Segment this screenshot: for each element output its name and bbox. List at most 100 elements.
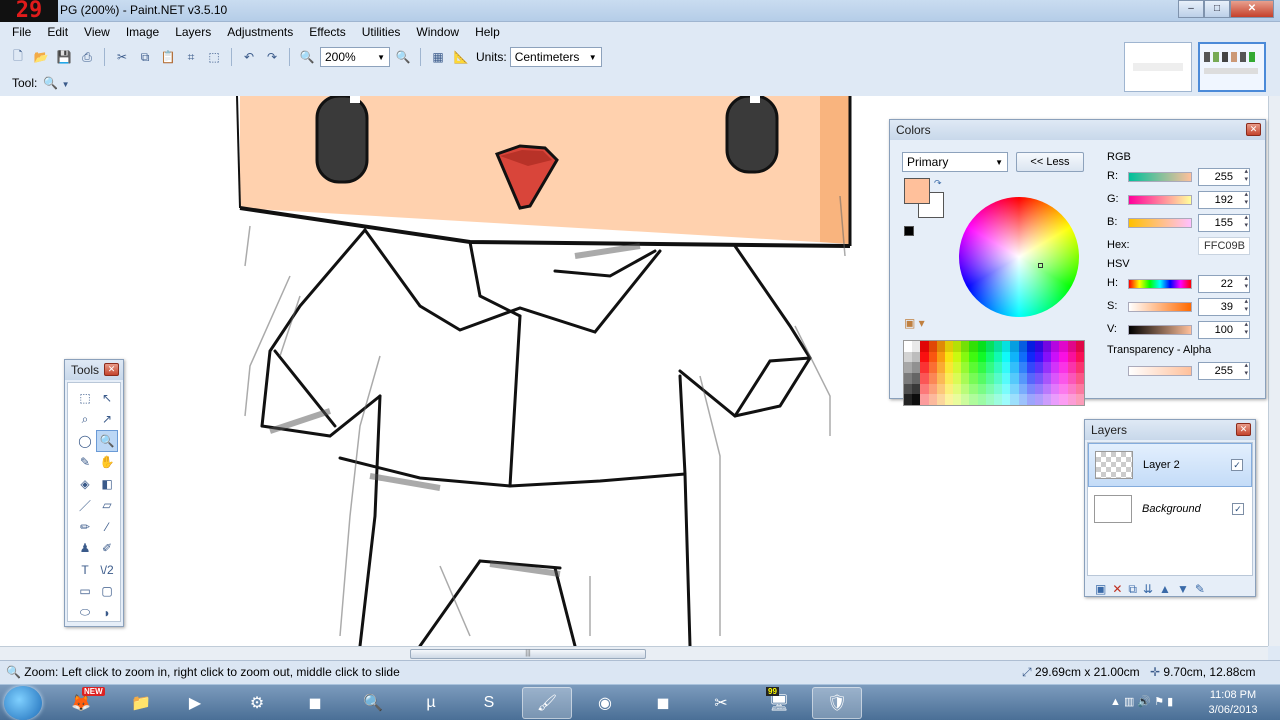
palette-swatch[interactable] (1043, 373, 1052, 384)
palette-swatch[interactable] (1034, 394, 1044, 405)
palette-swatch[interactable] (969, 383, 978, 395)
palette-swatch[interactable] (904, 373, 913, 384)
palette-swatch[interactable] (1010, 362, 1019, 373)
move-layer-up-icon[interactable]: ▲ (1159, 582, 1171, 597)
scrollbar-thumb[interactable]: ||| (410, 649, 646, 659)
palette-swatch[interactable] (977, 351, 986, 363)
alpha-slider[interactable] (1128, 366, 1192, 376)
palette-swatch[interactable] (1067, 351, 1076, 363)
palette-swatch[interactable] (985, 383, 994, 395)
palette-swatch[interactable] (912, 373, 921, 384)
palette-swatch[interactable] (1026, 373, 1035, 384)
primary-color-swatch[interactable] (904, 178, 930, 204)
taskbar-chrome-icon[interactable]: ◉ (580, 687, 630, 719)
menu-edit[interactable]: Edit (39, 25, 76, 39)
palette-swatch[interactable] (944, 373, 954, 384)
layer-properties-icon[interactable]: ✎ (1195, 582, 1205, 597)
taskbar-explorer-icon[interactable]: 📁 (116, 687, 166, 719)
redo-icon[interactable]: ↷ (262, 47, 282, 67)
palette-swatch[interactable] (928, 373, 937, 384)
save-icon[interactable]: 💾 (54, 47, 74, 67)
text-icon[interactable]: T (74, 559, 96, 581)
add-layer-icon[interactable]: ▣ (1095, 582, 1106, 597)
palette-swatch[interactable] (912, 341, 921, 352)
palette-swatch[interactable] (1043, 394, 1052, 405)
menu-adjustments[interactable]: Adjustments (219, 25, 301, 39)
palette-swatch[interactable] (1026, 351, 1035, 363)
pan-hand-icon[interactable]: ✋ (96, 452, 118, 474)
palette-swatch[interactable] (993, 373, 1003, 384)
b-slider[interactable] (1128, 218, 1192, 228)
palette-swatch[interactable] (953, 362, 962, 373)
palette-swatch[interactable] (961, 383, 970, 395)
b-input[interactable]: 155 (1198, 214, 1250, 232)
palette-swatch[interactable] (993, 351, 1003, 363)
palette-swatch[interactable] (920, 394, 929, 405)
palette-swatch[interactable] (953, 383, 962, 395)
units-select[interactable]: Centimeters ▼ (509, 47, 602, 67)
reset-colors-icon[interactable] (904, 226, 914, 236)
palette-swatch[interactable] (961, 351, 970, 363)
palette-swatch[interactable] (1051, 351, 1060, 363)
palette-swatch[interactable] (1018, 362, 1027, 373)
palette-swatch[interactable] (904, 394, 913, 405)
palette-swatch[interactable] (1018, 373, 1027, 384)
palette-swatch[interactable] (1059, 351, 1068, 363)
taskbar-steam-icon[interactable]: ⚙ (232, 687, 282, 719)
palette-swatch[interactable] (944, 394, 954, 405)
delete-layer-icon[interactable]: ✕ (1112, 582, 1122, 597)
less-button[interactable]: << Less (1016, 152, 1084, 172)
color-palette[interactable] (903, 340, 1085, 406)
ellipse-icon[interactable]: ⬭ (74, 602, 96, 624)
layer-row-background[interactable]: Background ✓ (1088, 487, 1252, 531)
palette-swatch[interactable] (969, 351, 978, 363)
recolor-icon[interactable]: ✐ (96, 538, 118, 560)
palette-swatch[interactable] (961, 341, 970, 352)
palette-swatch[interactable] (1075, 351, 1084, 363)
palette-swatch[interactable] (1010, 351, 1019, 363)
palette-swatch[interactable] (944, 383, 954, 395)
zoom-select[interactable]: 200% ▼ (320, 47, 390, 67)
palette-swatch[interactable] (969, 394, 978, 405)
palette-swatch[interactable] (1002, 341, 1011, 352)
horizontal-scrollbar[interactable]: ||| (0, 646, 1268, 660)
palette-swatch[interactable] (969, 373, 978, 384)
alpha-input[interactable]: 255 (1198, 362, 1250, 380)
vertical-scrollbar[interactable] (1268, 96, 1280, 646)
palette-swatch[interactable] (1051, 341, 1060, 352)
paste-icon[interactable]: 📋 (158, 47, 178, 67)
r-input[interactable]: 255 (1198, 168, 1250, 186)
palette-swatch[interactable] (985, 341, 994, 352)
zoom-in-icon[interactable]: 🔍 (393, 47, 413, 67)
ruler-icon[interactable]: 📐 (451, 47, 471, 67)
rectangle-icon[interactable]: ▭ (74, 581, 96, 603)
paint-bucket-icon[interactable]: ◈ (74, 473, 96, 495)
palette-swatch[interactable] (904, 351, 913, 363)
palette-swatch[interactable] (1026, 362, 1035, 373)
palette-swatch[interactable] (1002, 373, 1011, 384)
palette-swatch[interactable] (1002, 362, 1011, 373)
clone-stamp-icon[interactable]: ♟ (74, 538, 96, 560)
palette-swatch[interactable] (1075, 362, 1084, 373)
deselect-icon[interactable]: ⬚ (204, 47, 224, 67)
print-icon[interactable]: ⎙ (77, 47, 97, 67)
maximize-button[interactable]: □ (1204, 0, 1230, 18)
menu-view[interactable]: View (76, 25, 118, 39)
palette-swatch[interactable] (977, 362, 986, 373)
palette-swatch[interactable] (977, 383, 986, 395)
menu-effects[interactable]: Effects (301, 25, 353, 39)
palette-swatch[interactable] (1051, 394, 1060, 405)
menu-image[interactable]: Image (118, 25, 167, 39)
zoom-icon[interactable]: 🔍 (96, 430, 118, 452)
palette-swatch[interactable] (1075, 394, 1084, 405)
s-slider[interactable] (1128, 302, 1192, 312)
move-selection-outline-icon[interactable]: ↗ (96, 409, 118, 431)
palette-swatch[interactable] (912, 351, 921, 363)
taskbar-paintnet-icon[interactable]: 🖌 (522, 687, 572, 719)
palette-swatch[interactable] (1043, 383, 1052, 395)
h-slider[interactable] (1128, 279, 1192, 289)
palette-swatch[interactable] (1034, 373, 1044, 384)
palette-swatch[interactable] (985, 394, 994, 405)
palette-swatch[interactable] (1051, 362, 1060, 373)
palette-swatch[interactable] (1075, 383, 1084, 395)
